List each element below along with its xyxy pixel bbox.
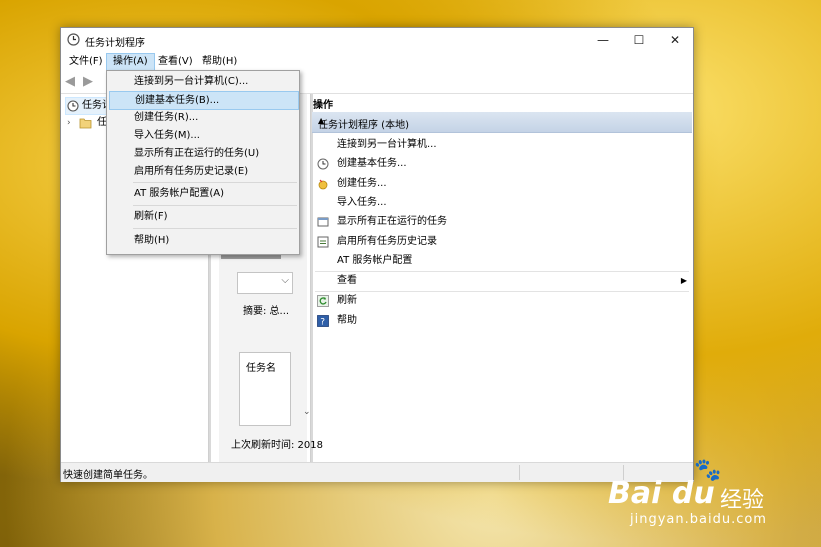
status-separator <box>519 465 520 480</box>
menu-separator <box>133 205 297 206</box>
menu-item-label: AT 服务帐户配置(A) <box>134 188 224 199</box>
column-header-task-name: 任务名 <box>246 363 276 374</box>
action-label: 显示所有正在运行的任务 <box>337 216 447 227</box>
menu-item-label: 启用所有任务历史记录(E) <box>134 166 249 177</box>
action-label: 连接到另一台计算机... <box>337 139 437 150</box>
chevron-right-icon[interactable]: › <box>67 115 71 131</box>
menu-bar: 文件(F) 操作(A) 查看(V) 帮助(H) <box>61 53 693 71</box>
actions-pane-title: 操作 <box>313 100 333 111</box>
action-label: 查看 <box>337 275 357 286</box>
menu-view[interactable]: 查看(V) <box>152 54 199 70</box>
collapse-icon[interactable]: ▲ <box>318 116 686 125</box>
action-show-running-tasks[interactable]: 显示所有正在运行的任务 <box>315 213 691 231</box>
menu-item-help[interactable]: 帮助(H) <box>109 232 297 249</box>
menu-item-label: 帮助(H) <box>134 235 170 246</box>
refresh-icon <box>317 295 329 307</box>
menu-item-create-task[interactable]: 创建任务(R)... <box>109 109 297 126</box>
action-help[interactable]: ? 帮助 <box>315 312 691 330</box>
action-import-task[interactable]: 导入任务... <box>315 194 691 212</box>
action-connect-computer[interactable]: 连接到另一台计算机... <box>315 136 691 154</box>
submenu-arrow-icon: ▶ <box>680 276 687 285</box>
menu-item-label: 导入任务(M)... <box>134 130 200 141</box>
menu-item-show-running-tasks[interactable]: 显示所有正在运行的任务(U) <box>109 145 297 162</box>
clock-icon <box>67 33 80 46</box>
close-button[interactable]: ✕ <box>657 28 693 53</box>
task-status-list[interactable]: 任务名 <box>239 352 291 426</box>
action-refresh[interactable]: 刷新 <box>315 292 691 310</box>
watermark-sub: 经验 <box>720 488 765 513</box>
menu-item-label: 连接到另一台计算机(C)... <box>134 76 249 87</box>
actions-section-header[interactable]: 任务计划程序 (本地) ▲ <box>312 112 692 133</box>
action-label: 启用所有任务历史记录 <box>337 236 437 247</box>
menu-item-refresh[interactable]: 刷新(F) <box>109 208 297 225</box>
actions-pane: 操作 任务计划程序 (本地) ▲ 连接到另一台计算机... 创建基本任务... … <box>310 94 693 462</box>
menu-item-import-task[interactable]: 导入任务(M)... <box>109 127 297 144</box>
action-at-service-account[interactable]: AT 服务帐户配置 <box>315 252 691 270</box>
forward-arrow-icon[interactable]: ▶ <box>83 75 99 89</box>
action-label: 创建任务... <box>337 178 387 189</box>
menu-item-label: 刷新(F) <box>134 211 168 222</box>
running-tasks-icon <box>317 217 329 227</box>
title-bar[interactable]: 任务计划程序 — ☐ ✕ <box>61 28 693 53</box>
menu-item-at-service-account[interactable]: AT 服务帐户配置(A) <box>109 185 297 202</box>
menu-file[interactable]: 文件(F) <box>63 54 109 70</box>
status-text: 快速创建简单任务。 <box>63 470 153 481</box>
watermark-url: jingyan.baidu.com <box>630 512 767 527</box>
action-label: AT 服务帐户配置 <box>337 255 413 266</box>
action-label: 刷新 <box>337 295 357 306</box>
folder-icon <box>79 118 92 129</box>
action-label: 导入任务... <box>337 197 387 208</box>
history-icon <box>317 236 329 248</box>
help-icon: ? <box>317 315 329 327</box>
minimize-button[interactable]: — <box>585 28 621 53</box>
menu-item-label: 创建基本任务(B)... <box>135 95 220 106</box>
chevron-down-icon: ⌵ <box>281 275 289 286</box>
watermark-brand: Bai du <box>608 476 715 511</box>
action-create-basic-task[interactable]: 创建基本任务... <box>315 155 691 173</box>
menu-action[interactable]: 操作(A) <box>106 53 155 71</box>
status-bar: 快速创建简单任务。 <box>61 462 693 482</box>
menu-item-label: 显示所有正在运行的任务(U) <box>134 148 260 159</box>
action-enable-history[interactable]: 启用所有任务历史记录 <box>315 233 691 251</box>
action-label: 创建基本任务... <box>337 158 407 169</box>
maximize-button[interactable]: ☐ <box>621 28 657 53</box>
clock-icon <box>67 100 79 112</box>
baidu-jingyan-watermark: 🐾 Bai du 经验 jingyan.baidu.com <box>608 458 808 538</box>
action-view[interactable]: 查看 ▶ <box>315 272 691 290</box>
menu-item-create-basic-task[interactable]: 创建基本任务(B)... <box>109 91 299 110</box>
menu-separator <box>133 182 297 183</box>
period-select[interactable]: ⌵ <box>237 272 293 294</box>
summary-label: 摘要: 总... <box>243 306 290 317</box>
menu-item-enable-history[interactable]: 启用所有任务历史记录(E) <box>109 163 297 180</box>
action-create-task[interactable]: 创建任务... <box>315 175 691 193</box>
svg-text:?: ? <box>320 318 325 328</box>
clock-icon <box>317 158 329 170</box>
menu-help[interactable]: 帮助(H) <box>196 54 243 70</box>
back-arrow-icon[interactable]: ◀ <box>65 75 81 89</box>
window-title: 任务计划程序 <box>85 38 145 49</box>
action-menu-dropdown: 连接到另一台计算机(C)... 创建基本任务(B)... 创建任务(R)... … <box>106 70 300 255</box>
action-label: 帮助 <box>337 315 357 326</box>
menu-separator <box>133 228 297 229</box>
menu-item-label: 创建任务(R)... <box>134 112 199 123</box>
menu-item-connect-computer[interactable]: 连接到另一台计算机(C)... <box>109 73 297 90</box>
create-task-icon <box>318 179 328 190</box>
